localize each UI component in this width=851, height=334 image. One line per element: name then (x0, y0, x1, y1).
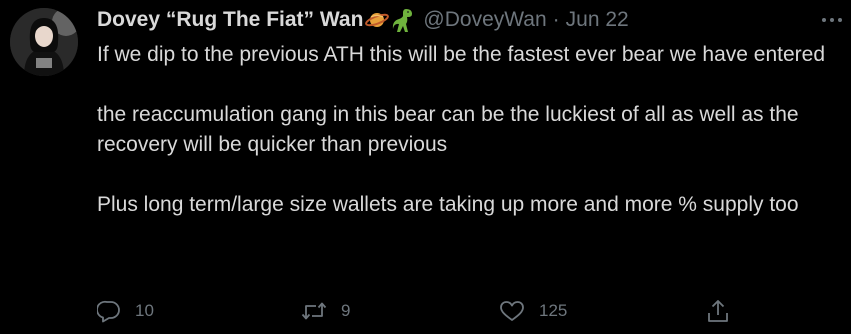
more-icon[interactable] (819, 8, 845, 32)
retweet-count: 9 (341, 301, 351, 320)
reply-icon (97, 300, 120, 323)
tweet[interactable]: Dovey “Rug The Fiat” Wan @DoveyWan · Jun… (0, 0, 851, 334)
avatar-image (10, 8, 78, 76)
heart-icon (500, 301, 524, 321)
dinosaur-emoji (391, 7, 415, 33)
share-button[interactable] (706, 296, 730, 326)
share-icon (708, 300, 728, 322)
tweet-header: Dovey “Rug The Fiat” Wan @DoveyWan · Jun… (97, 6, 811, 34)
tweet-actions: 10 9 125 (97, 296, 837, 326)
avatar[interactable] (10, 8, 78, 76)
display-name[interactable]: Dovey “Rug The Fiat” Wan (97, 6, 363, 34)
ringed-planet-emoji (365, 9, 390, 31)
reply-count: 10 (135, 301, 154, 320)
like-count: 125 (539, 301, 568, 320)
tweet-paragraph: the reaccumulation gang in this bear can… (97, 103, 799, 156)
like-button[interactable]: 125 (499, 296, 567, 326)
user-handle[interactable]: @DoveyWan (423, 6, 546, 34)
tweet-paragraph: Plus long term/large size wallets are ta… (97, 193, 799, 216)
tweet-paragraph: If we dip to the previous ATH this will … (97, 43, 825, 66)
retweet-button[interactable]: 9 (301, 296, 350, 326)
separator-dot: · (552, 8, 560, 31)
tweet-date[interactable]: Jun 22 (566, 6, 629, 34)
retweet-icon (301, 302, 327, 320)
reply-button[interactable]: 10 (97, 296, 154, 326)
tweet-text: If we dip to the previous ATH this will … (97, 40, 849, 220)
